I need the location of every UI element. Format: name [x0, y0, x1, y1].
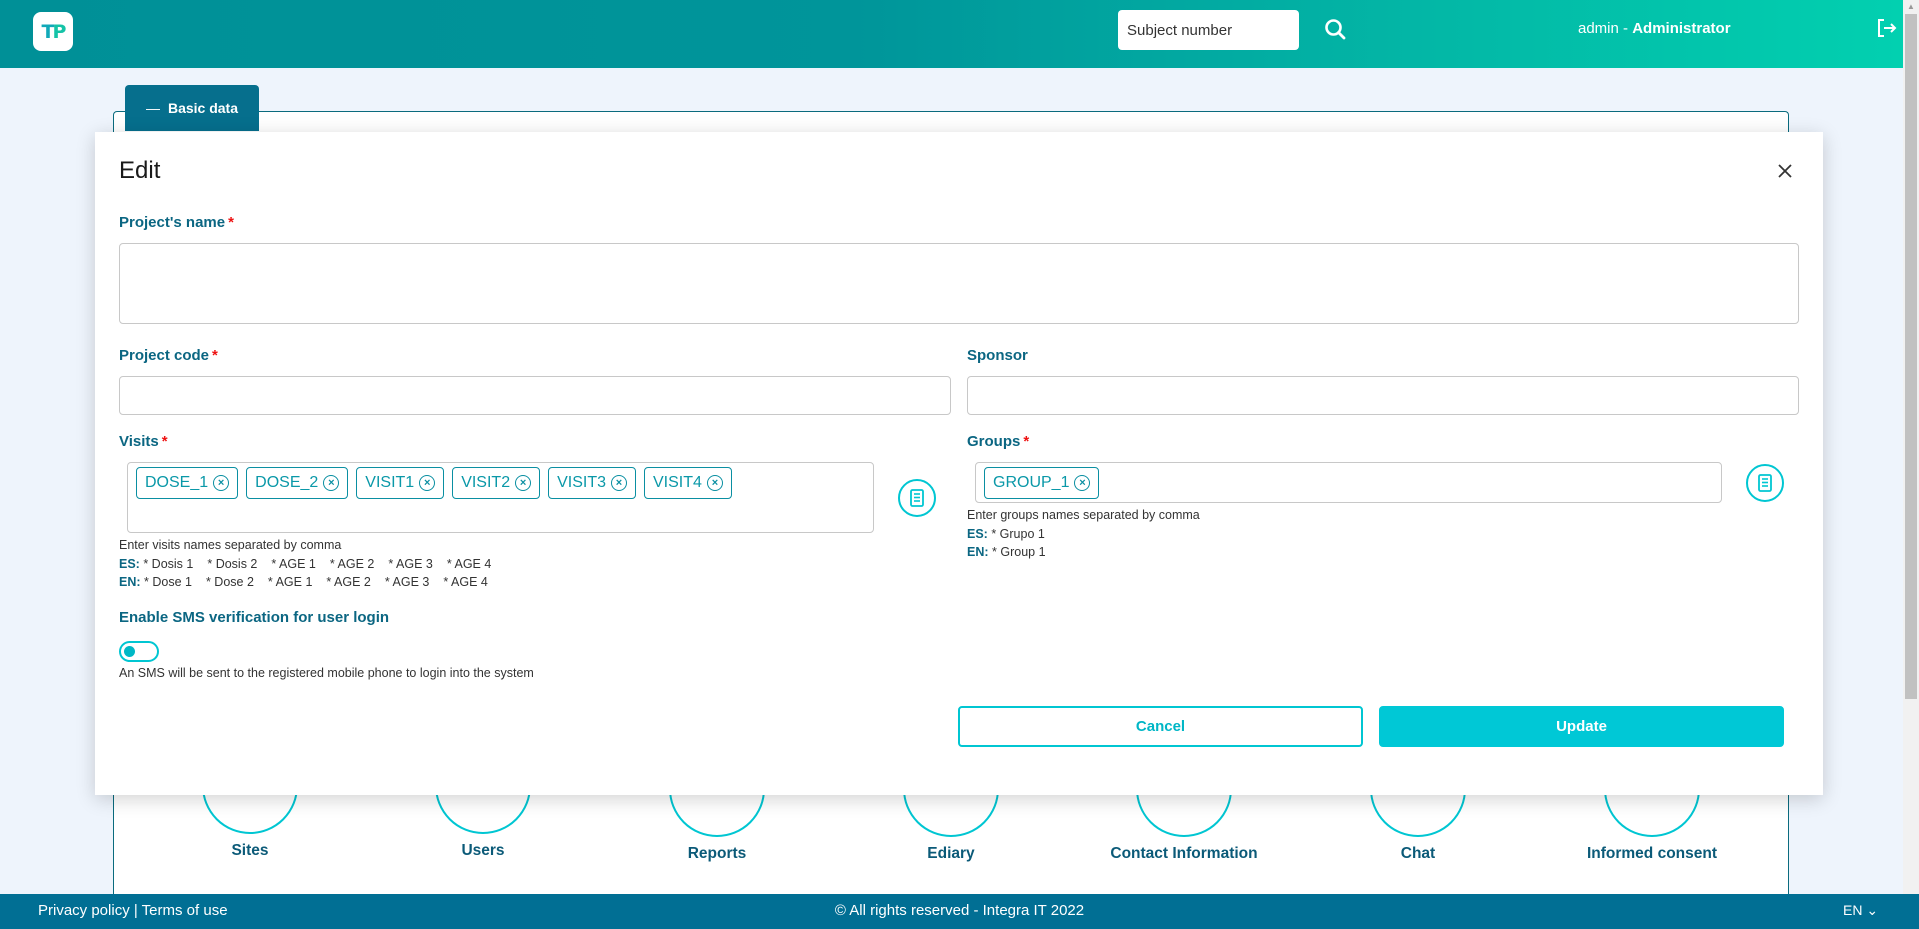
search-icon [1325, 19, 1346, 40]
visit-tag: VISIT3 × [548, 467, 636, 499]
visit-tag: VISIT1 × [356, 467, 445, 499]
project-code-label: Project code * [119, 347, 218, 364]
remove-tag-icon[interactable]: × [1074, 475, 1091, 491]
sponsor-label: Sponsor [967, 347, 1028, 364]
tab-basic-data[interactable]: — Basic data [125, 85, 259, 131]
groups-help: Enter groups names separated by comma ES… [967, 506, 1200, 562]
user-name: admin [1578, 20, 1619, 37]
visit-tag: DOSE_2 × [246, 467, 349, 499]
visits-es-translations: ES: * Dosis 1 * Dosis 2 * AGE 1 * AGE 2 * AG… [119, 556, 492, 571]
remove-tag-icon[interactable]: × [611, 475, 627, 491]
group-tag: GROUP_1 × [984, 467, 1100, 499]
cancel-button[interactable]: Cancel [958, 706, 1363, 747]
modal-title: Edit [119, 157, 161, 184]
close-modal-button[interactable] [1774, 160, 1796, 182]
close-icon [1778, 164, 1792, 178]
toggle-knob [124, 646, 135, 657]
page-footer: Privacy policy | Terms of use © All righ… [0, 894, 1919, 929]
logout-button[interactable] [1876, 17, 1898, 39]
top-header: TP admin - Administrator [0, 0, 1903, 68]
page-scrollbar[interactable]: ▲ [1903, 0, 1919, 894]
groups-label: Groups * [967, 433, 1030, 450]
chevron-down-icon: ⌄ [1866, 902, 1879, 918]
scroll-up-arrow-icon[interactable]: ▲ [1907, 2, 1915, 11]
visits-tag-input[interactable]: DOSE_1 × DOSE_2 × VISIT1 × VISIT2 × VISIT3 × … [127, 462, 874, 533]
required-marker: * [228, 214, 234, 231]
sms-help: An SMS will be sent to the registered mo… [119, 666, 534, 680]
logout-icon [1878, 19, 1897, 37]
sponsor-field[interactable] [967, 376, 1799, 415]
remove-tag-icon[interactable]: × [419, 475, 436, 491]
visits-en-translations: EN: * Dose 1 * Dose 2 * AGE 1 * AGE 2 * AGE … [119, 575, 488, 589]
visits-label: Visits * [119, 433, 168, 450]
remove-tag-icon[interactable]: × [706, 475, 723, 491]
language-selector[interactable]: EN ⌄ [1843, 902, 1878, 919]
project-name-field[interactable] [119, 243, 1799, 324]
visit-tag: DOSE_1 × [136, 467, 239, 499]
copyright: © All rights reserved - Integra IT 2022 [834, 902, 1085, 919]
footer-links: Privacy policy | Terms of use [38, 902, 228, 919]
remove-tag-icon[interactable]: × [515, 475, 532, 491]
visit-tag: VISIT2 × [452, 467, 541, 499]
required-marker: * [1023, 433, 1030, 450]
update-button[interactable]: Update [1379, 706, 1784, 747]
remove-tag-icon[interactable]: × [213, 475, 230, 491]
groups-en-translations: EN: * Group 1 [967, 545, 1046, 559]
remove-tag-icon[interactable]: × [323, 475, 340, 491]
terms-of-use-link[interactable]: Terms of use [142, 902, 228, 919]
project-code-field[interactable] [119, 376, 951, 415]
required-marker: * [161, 433, 168, 450]
visits-help: Enter visits names separated by comma ES… [119, 536, 505, 592]
visits-translations-button[interactable] [898, 479, 936, 517]
required-marker: * [212, 347, 218, 364]
user-role: Administrator [1632, 20, 1731, 37]
groups-translations-button[interactable] [1746, 464, 1784, 502]
edit-project-modal: Edit Project's name * Project code * Spons… [95, 132, 1823, 795]
groups-es-translations: ES: * Grupo 1 [967, 526, 1045, 541]
sms-verification-label: Enable SMS verification for user login [119, 609, 390, 626]
document-icon [910, 489, 924, 507]
document-icon [1758, 474, 1772, 492]
current-user: admin - Administrator [1578, 20, 1731, 37]
subject-number-search-input[interactable] [1118, 10, 1299, 50]
visit-tag: VISIT4 × [644, 467, 732, 499]
groups-tag-input[interactable]: GROUP_1 × [975, 462, 1722, 503]
privacy-policy-link[interactable]: Privacy policy [38, 902, 130, 919]
app-logo[interactable]: TP [33, 12, 73, 51]
scrollbar-thumb[interactable] [1905, 14, 1917, 699]
search-button[interactable] [1321, 15, 1349, 43]
sms-verification-toggle[interactable] [119, 641, 159, 662]
project-name-label: Project's name * [119, 214, 234, 231]
minus-icon: — [145, 100, 160, 116]
